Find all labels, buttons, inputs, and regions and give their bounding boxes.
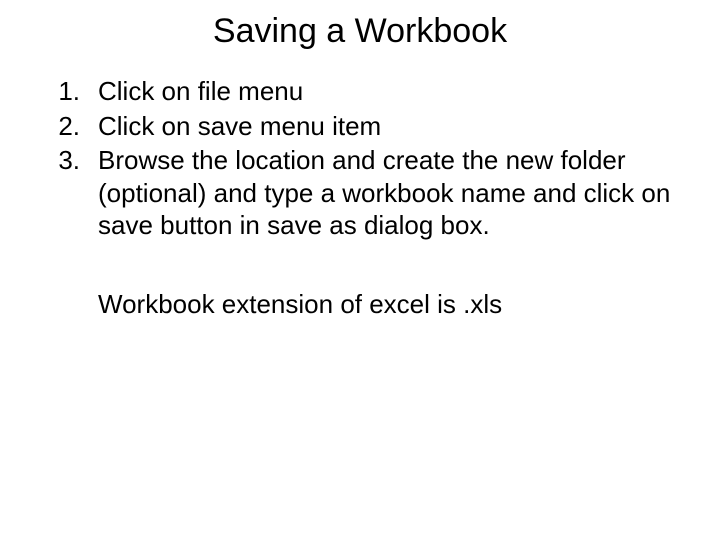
list-text: Click on save menu item	[98, 110, 680, 143]
list-number: 1.	[44, 75, 80, 108]
footnote-text: Workbook extension of excel is .xls	[98, 288, 680, 321]
list-text: Browse the location and create the new f…	[98, 144, 680, 242]
list-item: 2. Click on save menu item	[40, 110, 680, 143]
page-title: Saving a Workbook	[40, 12, 680, 51]
steps-list: 1. Click on file menu 2. Click on save m…	[40, 75, 680, 242]
list-item: 1. Click on file menu	[40, 75, 680, 108]
list-number: 3.	[44, 144, 80, 242]
list-number: 2.	[44, 110, 80, 143]
list-text: Click on file menu	[98, 75, 680, 108]
list-item: 3. Browse the location and create the ne…	[40, 144, 680, 242]
